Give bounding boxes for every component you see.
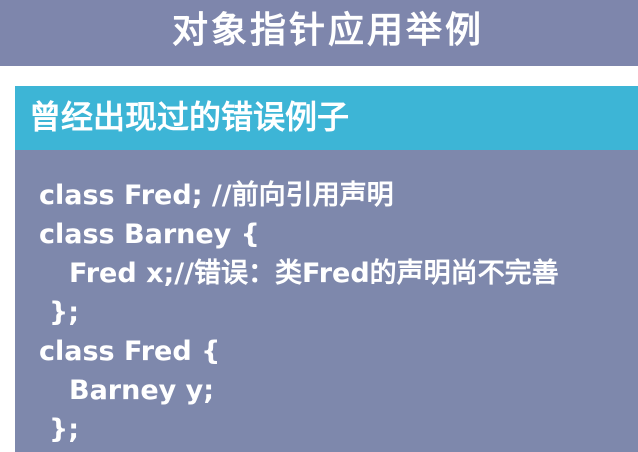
code-line: class Fred { [39,336,221,367]
title-bar: 对象指针应用举例 [0,0,638,66]
code-line: Barney y; [69,375,215,406]
section-header-bar: 曾经出现过的错误例子 [15,86,638,150]
code-line: class Fred; //前向引用声明 [39,180,394,211]
content-panel: 曾经出现过的错误例子 class Fred; //前向引用声明 class Ba… [15,86,638,452]
divider-gap [0,66,638,86]
slide-title: 对象指针应用举例 [172,10,485,51]
section-header: 曾经出现过的错误例子 [29,98,350,136]
code-line: }; [49,414,80,445]
code-line: class Barney { [39,219,260,250]
code-block: class Fred; //前向引用声明 class Barney { Fred… [39,176,559,449]
code-line: Fred x;//错误：类Fred的声明尚不完善 [69,258,559,289]
code-line: }; [49,297,80,328]
